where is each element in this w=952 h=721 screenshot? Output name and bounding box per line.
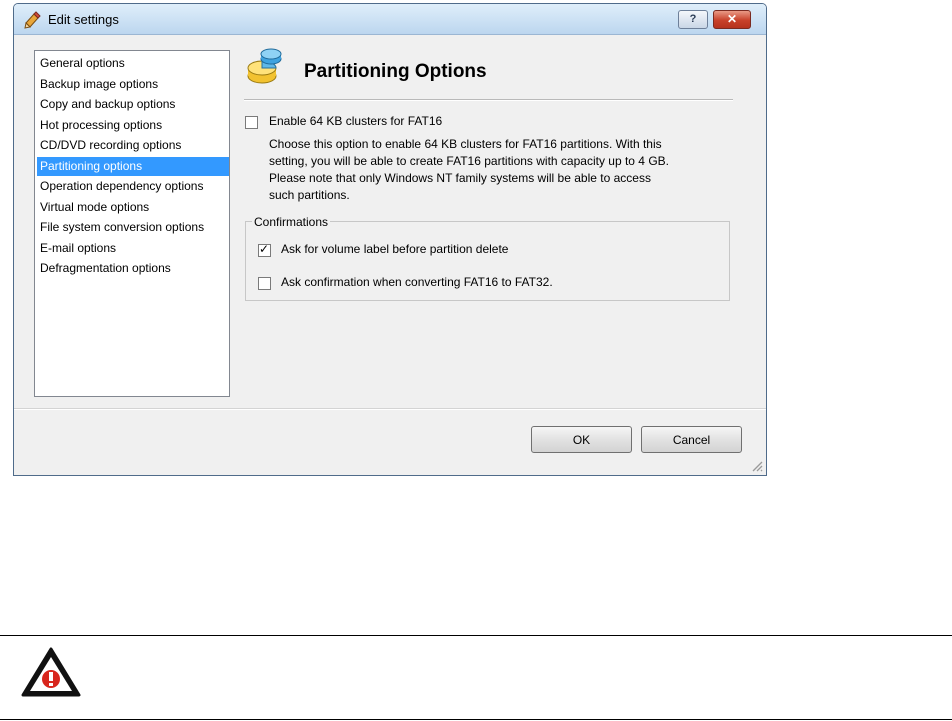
nav-item-email-options[interactable]: E-mail options [37, 239, 229, 258]
description-line: Please note that only Windows NT family … [269, 171, 651, 185]
description-line: such partitions. [269, 188, 350, 202]
header-divider [244, 99, 733, 101]
nav-item-hot-processing-options[interactable]: Hot processing options [37, 116, 229, 135]
checkmark-icon: ✓ [259, 242, 270, 256]
window-title: Edit settings [48, 12, 119, 27]
nav-item-partitioning-options[interactable]: Partitioning options [37, 156, 229, 176]
nav-item-defragmentation-options[interactable]: Defragmentation options [37, 259, 229, 278]
nav-item-copy-and-backup-options[interactable]: Copy and backup options [37, 95, 229, 114]
nav-item-general-options[interactable]: General options [37, 54, 229, 73]
nav-item-file-system-conversion-options[interactable]: File system conversion options [37, 218, 229, 237]
edit-settings-dialog: Edit settings ? ✕ General options Backup… [13, 3, 767, 476]
footer-divider [14, 408, 766, 410]
warning-top-rule [0, 635, 952, 636]
confirmations-group [245, 221, 730, 301]
enable-64kb-clusters-description: Choose this option to enable 64 KB clust… [269, 136, 739, 204]
nav-item-backup-image-options[interactable]: Backup image options [37, 75, 229, 94]
close-button[interactable]: ✕ [713, 10, 751, 29]
title-bar[interactable]: Edit settings ? ✕ [14, 4, 766, 35]
settings-category-list[interactable]: General options Backup image options Cop… [34, 50, 230, 397]
resize-grip-icon[interactable] [751, 460, 763, 472]
confirmations-group-title: Confirmations [252, 215, 331, 229]
convert-fat16-checkbox[interactable] [258, 277, 271, 290]
ok-button[interactable]: OK [531, 426, 632, 453]
enable-64kb-clusters-checkbox[interactable] [245, 116, 258, 129]
partition-disk-icon [247, 48, 282, 84]
convert-fat16-option-label[interactable]: Ask confirmation when converting FAT16 t… [281, 275, 553, 289]
nav-item-operation-dependency-options[interactable]: Operation dependency options [37, 177, 229, 196]
warning-bottom-rule [0, 719, 952, 720]
help-button[interactable]: ? [678, 10, 708, 29]
enable-64kb-clusters-label[interactable]: Enable 64 KB clusters for FAT16 [269, 114, 442, 128]
volume-label-checkbox[interactable]: ✓ [258, 242, 271, 257]
cancel-button[interactable]: Cancel [641, 426, 742, 453]
description-line: Choose this option to enable 64 KB clust… [269, 137, 662, 151]
description-line: setting, you will be able to create FAT1… [269, 154, 669, 168]
page-title: Partitioning Options [304, 61, 487, 82]
warning-triangle-icon [21, 647, 81, 697]
nav-item-virtual-mode-options[interactable]: Virtual mode options [37, 198, 229, 217]
volume-label-option-label[interactable]: Ask for volume label before partition de… [281, 242, 508, 256]
nav-item-cd-dvd-recording-options[interactable]: CD/DVD recording options [37, 136, 229, 155]
settings-pencil-icon [24, 11, 41, 29]
